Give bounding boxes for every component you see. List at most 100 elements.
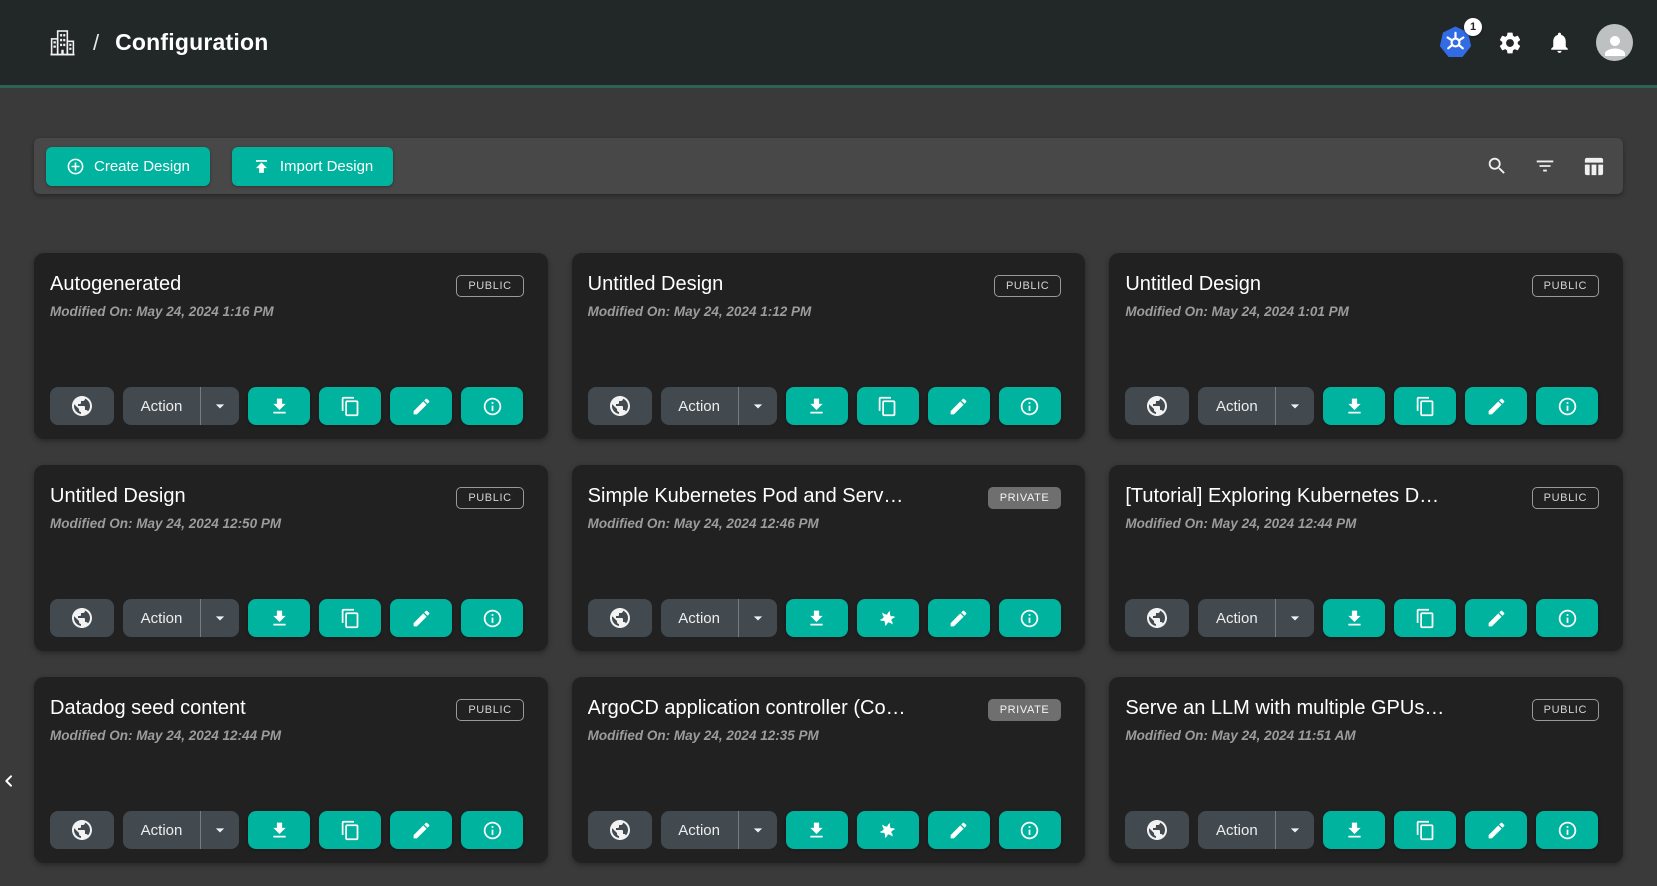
design-info-button[interactable] [1536,599,1598,637]
action-label[interactable]: Action [661,398,738,415]
copy-icon [340,820,361,841]
edit-design-button[interactable] [1465,387,1527,425]
visibility-globe-button[interactable] [50,599,114,637]
settings-button[interactable] [1497,30,1523,56]
swirl-icon [876,607,899,630]
create-design-button[interactable]: Create Design [46,147,210,186]
design-info-button[interactable] [999,599,1061,637]
pencil-icon [411,396,432,417]
import-design-button[interactable]: Import Design [232,147,393,186]
action-split-button[interactable]: Action [661,811,777,849]
clone-design-button[interactable] [319,387,381,425]
card-header: ArgoCD application controller (Co… PRIVA… [588,697,1062,721]
download-icon [1344,396,1365,417]
globe-icon [608,818,632,842]
organization-building-button[interactable] [48,27,77,58]
globe-icon [1145,394,1169,418]
filter-button[interactable] [1532,153,1558,179]
action-split-button[interactable]: Action [123,387,239,425]
action-split-button[interactable]: Action [661,599,777,637]
sidebar-collapse-toggle[interactable] [1,770,17,792]
download-design-button[interactable] [786,599,848,637]
edit-design-button[interactable] [928,387,990,425]
kubernetes-context-button[interactable]: 1 [1438,25,1473,60]
action-split-button[interactable]: Action [123,599,239,637]
table-view-button[interactable] [1580,153,1607,180]
action-dropdown-button[interactable] [1276,608,1314,628]
design-info-button[interactable] [1536,387,1598,425]
visibility-globe-button[interactable] [50,387,114,425]
action-dropdown-button[interactable] [739,608,777,628]
action-split-button[interactable]: Action [1198,387,1314,425]
edit-design-button[interactable] [928,599,990,637]
clone-design-button[interactable] [1394,811,1456,849]
clone-design-button[interactable] [1394,387,1456,425]
visibility-globe-button[interactable] [588,599,652,637]
design-info-button[interactable] [461,811,523,849]
clone-design-button[interactable] [857,387,919,425]
action-label[interactable]: Action [661,610,738,627]
action-dropdown-button[interactable] [739,396,777,416]
edit-design-button[interactable] [390,811,452,849]
create-design-label: Create Design [94,158,190,175]
action-label[interactable]: Action [123,822,200,839]
visibility-globe-button[interactable] [1125,599,1189,637]
edit-design-button[interactable] [928,811,990,849]
download-design-button[interactable] [1323,599,1385,637]
clone-design-button[interactable] [857,811,919,849]
visibility-globe-button[interactable] [50,811,114,849]
action-split-button[interactable]: Action [1198,811,1314,849]
action-dropdown-button[interactable] [1276,396,1314,416]
visibility-globe-button[interactable] [1125,387,1189,425]
modified-on: Modified On: May 24, 2024 1:12 PM [588,304,1062,319]
action-split-button[interactable]: Action [661,387,777,425]
action-dropdown-button[interactable] [739,820,777,840]
edit-design-button[interactable] [1465,811,1527,849]
card-actions: Action [588,811,1070,849]
action-label[interactable]: Action [1198,822,1275,839]
design-info-button[interactable] [999,811,1061,849]
header-actions: 1 [1438,24,1633,61]
action-split-button[interactable]: Action [123,811,239,849]
globe-icon [70,394,94,418]
design-info-button[interactable] [999,387,1061,425]
action-label[interactable]: Action [1198,398,1275,415]
download-design-button[interactable] [1323,387,1385,425]
design-info-button[interactable] [461,387,523,425]
globe-icon [70,818,94,842]
download-design-button[interactable] [248,387,310,425]
download-design-button[interactable] [1323,811,1385,849]
visibility-globe-button[interactable] [1125,811,1189,849]
download-design-button[interactable] [786,811,848,849]
visibility-globe-button[interactable] [588,811,652,849]
download-design-button[interactable] [248,811,310,849]
search-button[interactable] [1484,153,1510,179]
card-header: Untitled Design PUBLIC [588,273,1062,297]
modified-on: Modified On: May 24, 2024 12:44 PM [1125,516,1599,531]
edit-design-button[interactable] [390,599,452,637]
action-label[interactable]: Action [1198,610,1275,627]
action-dropdown-button[interactable] [201,396,239,416]
clone-design-button[interactable] [1394,599,1456,637]
download-icon [806,396,827,417]
action-dropdown-button[interactable] [201,820,239,840]
edit-design-button[interactable] [1465,599,1527,637]
action-split-button[interactable]: Action [1198,599,1314,637]
download-design-button[interactable] [248,599,310,637]
action-label[interactable]: Action [661,822,738,839]
download-design-button[interactable] [786,387,848,425]
notifications-button[interactable] [1547,30,1572,55]
clone-design-button[interactable] [319,599,381,637]
action-label[interactable]: Action [123,610,200,627]
action-label[interactable]: Action [123,398,200,415]
clone-design-button[interactable] [319,811,381,849]
design-info-button[interactable] [1536,811,1598,849]
user-avatar[interactable] [1596,24,1633,61]
edit-design-button[interactable] [390,387,452,425]
clone-design-button[interactable] [857,599,919,637]
action-dropdown-button[interactable] [201,608,239,628]
design-info-button[interactable] [461,599,523,637]
design-title: [Tutorial] Exploring Kubernetes D… [1125,485,1439,508]
visibility-globe-button[interactable] [588,387,652,425]
action-dropdown-button[interactable] [1276,820,1314,840]
